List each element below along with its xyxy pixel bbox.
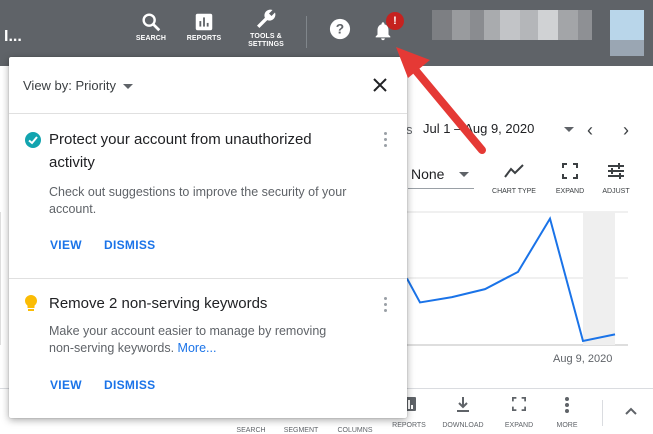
notification-badge: !	[386, 12, 404, 30]
compare-select[interactable]: None	[411, 166, 444, 182]
view-button[interactable]: VIEW	[50, 238, 82, 252]
reports-button[interactable]: REPORTS	[174, 8, 234, 56]
notification-card-keywords: Remove 2 non-serving keywords Make your …	[9, 279, 407, 418]
more-vert-icon	[564, 397, 570, 413]
dismiss-button[interactable]: DISMISS	[104, 238, 155, 252]
line-chart-icon	[504, 163, 524, 179]
card-description-line2: non-serving keywords. More...	[49, 340, 359, 357]
adjust-chart-button[interactable]: ADJUST	[591, 163, 641, 196]
tools-button-label: TOOLS &	[236, 33, 296, 41]
date-caret-icon[interactable]	[564, 127, 574, 132]
search-icon	[140, 11, 162, 33]
bottom-search-label: SEARCH	[228, 427, 274, 434]
next-period-icon[interactable]: ›	[623, 120, 629, 141]
lightbulb-icon	[25, 295, 37, 311]
search-button[interactable]: SEARCH	[121, 8, 181, 56]
reports-icon	[193, 11, 215, 33]
bottom-columns-label: COLUMNS	[332, 427, 378, 434]
card-description: Make your account easier to manage by re…	[49, 323, 359, 357]
account-name: I...	[4, 28, 22, 46]
chart-type-button[interactable]: CHART TYPE	[489, 163, 539, 196]
card-description-line2-text: non-serving keywords.	[49, 341, 174, 355]
card-title: Remove 2 non-serving keywords	[49, 292, 349, 315]
chevron-up-icon[interactable]	[624, 406, 638, 416]
more-link[interactable]: More...	[178, 341, 217, 355]
check-circle-icon	[25, 132, 41, 148]
bottom-more-button[interactable]: MORE	[544, 397, 590, 429]
card-description-line1: Make your account easier to manage by re…	[49, 323, 359, 340]
card-title-line2: activity	[49, 151, 349, 174]
view-by-dropdown[interactable]: View by: Priority	[23, 78, 116, 93]
adjust-icon	[607, 163, 625, 179]
series-line	[407, 219, 615, 341]
card-title-line1: Protect your account from unauthorized	[49, 128, 349, 151]
compare-caret-icon[interactable]	[459, 172, 469, 177]
dismiss-button[interactable]: DISMISS	[104, 378, 155, 392]
bottom-divider	[602, 400, 603, 426]
card-title: Protect your account from unauthorized a…	[49, 128, 349, 174]
chart-type-label: CHART TYPE	[489, 188, 539, 196]
bottom-expand-button[interactable]: EXPAND	[496, 397, 542, 429]
card-description: Check out suggestions to improve the sec…	[49, 184, 359, 218]
bottom-download-button[interactable]: DOWNLOAD	[440, 397, 486, 429]
notifications-panel-header: View by: Priority	[9, 57, 407, 114]
view-by-caret-icon[interactable]	[123, 84, 133, 89]
notification-card-security: Protect your account from unauthorized a…	[9, 114, 407, 278]
search-button-label: SEARCH	[121, 35, 181, 43]
prev-period-icon[interactable]: ‹	[587, 120, 593, 141]
close-icon[interactable]	[370, 75, 390, 95]
date-range-selector[interactable]: Jul 1 – Aug 9, 2020	[423, 121, 534, 136]
card-more-icon[interactable]	[384, 132, 388, 150]
settings-button-label: SETTINGS	[236, 41, 296, 49]
bottom-segment-label: SEGMENT	[278, 427, 324, 434]
expand-icon	[512, 397, 526, 411]
download-icon	[456, 397, 470, 413]
x-axis-tick-label: Aug 9, 2020	[553, 353, 612, 365]
highlight-band	[583, 212, 615, 345]
expand-icon	[562, 163, 578, 179]
help-icon[interactable]: ?	[329, 18, 351, 40]
compare-select-underline	[408, 188, 474, 189]
bottom-more-label: MORE	[544, 422, 590, 429]
view-button[interactable]: VIEW	[50, 378, 82, 392]
notifications-panel: View by: Priority Protect your account f…	[9, 57, 407, 418]
card-description-line2: account.	[49, 201, 359, 218]
expand-label: EXPAND	[545, 188, 595, 196]
card-more-icon[interactable]	[384, 297, 388, 315]
reports-button-label: REPORTS	[174, 35, 234, 43]
tools-settings-button[interactable]: TOOLS & SETTINGS	[236, 4, 296, 52]
bottom-reports-label: REPORTS	[386, 422, 432, 429]
svg-text:?: ?	[336, 22, 344, 37]
bottom-download-label: DOWNLOAD	[440, 422, 486, 429]
card-description-line1: Check out suggestions to improve the sec…	[49, 184, 359, 201]
expand-chart-button[interactable]: EXPAND	[545, 163, 595, 196]
wrench-icon	[254, 7, 278, 31]
bottom-expand-label: EXPAND	[496, 422, 542, 429]
toolbar-divider	[306, 16, 307, 48]
adjust-label: ADJUST	[591, 188, 641, 196]
